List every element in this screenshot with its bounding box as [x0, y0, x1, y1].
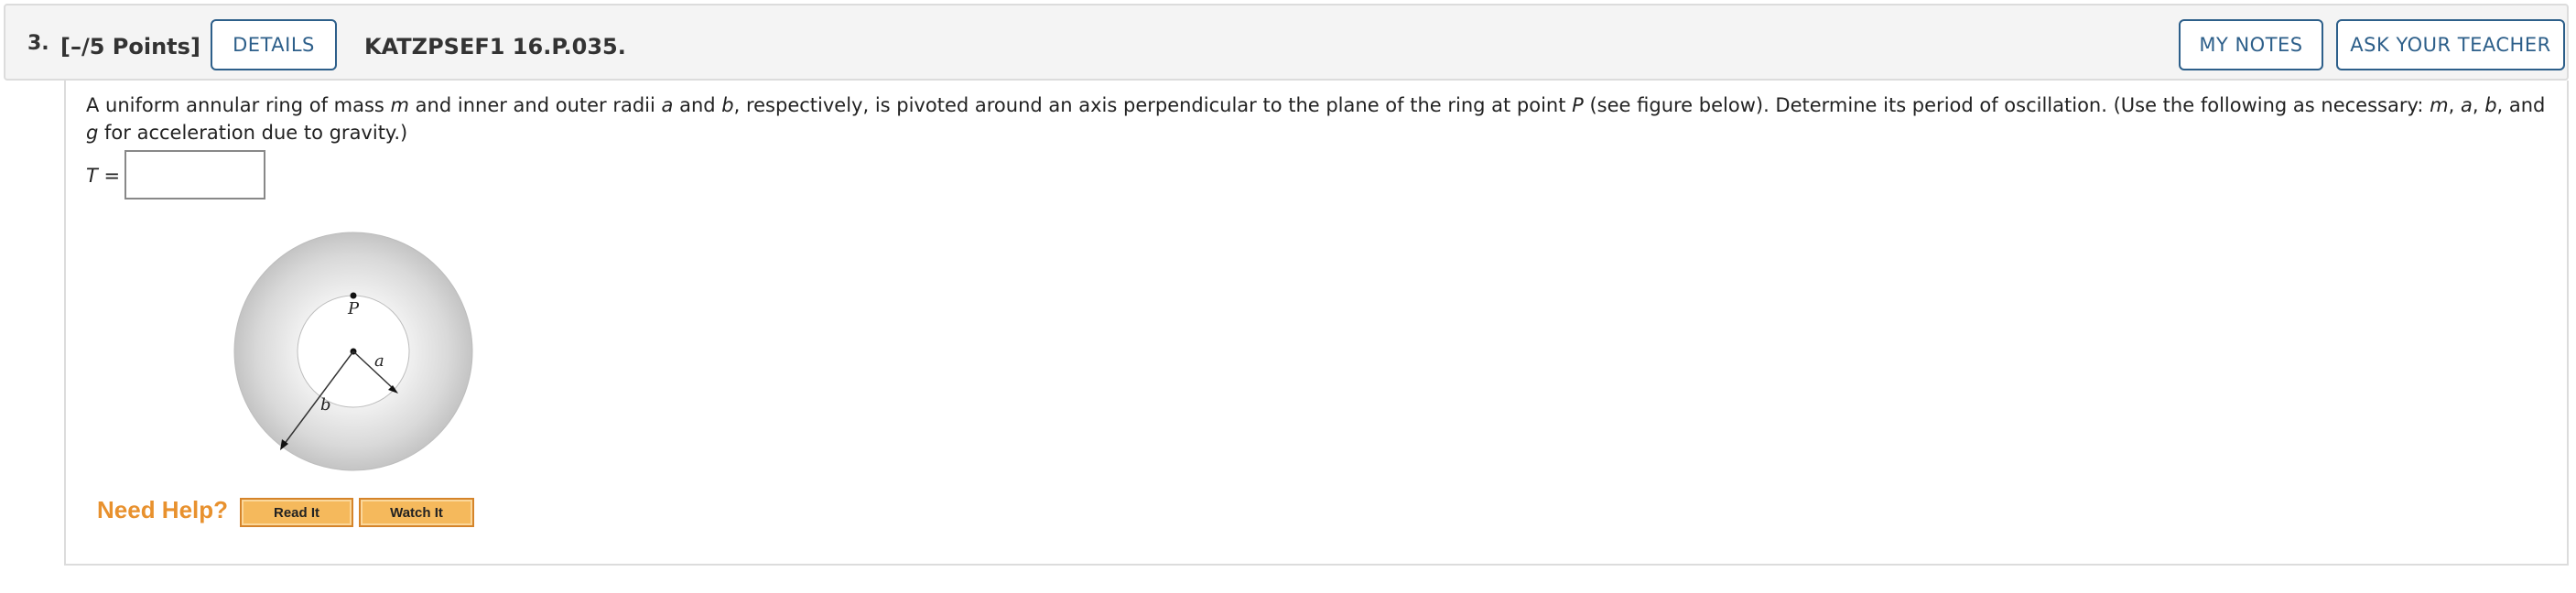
my-notes-button[interactable]: MY NOTES	[2179, 19, 2323, 70]
var-b: b	[721, 94, 734, 116]
pivot-point	[350, 292, 357, 299]
answer-label: T =	[86, 165, 120, 187]
separator: ,	[2448, 94, 2461, 116]
details-button[interactable]: DETAILS	[211, 19, 337, 70]
problem-text: and	[673, 94, 722, 116]
var-m: m	[390, 94, 409, 116]
annular-ring-figure: P a b	[233, 232, 473, 471]
var-a: a	[2460, 94, 2473, 116]
problem-text: , respectively, is pivoted around an axi…	[733, 94, 1573, 116]
var-a: a	[661, 94, 674, 116]
problem-statement: A uniform annular ring of mass m and inn…	[86, 92, 2558, 146]
problem-text: (see figure below). Determine its period…	[1583, 94, 2430, 116]
answer-input[interactable]	[124, 150, 265, 199]
separator: , and	[2496, 94, 2546, 116]
watch-it-button[interactable]: Watch It	[359, 498, 474, 527]
need-help-label: Need Help?	[97, 496, 229, 523]
question-code: KATZPSEF1 16.P.035.	[364, 34, 626, 59]
var-b: b	[2484, 94, 2497, 116]
label-a: a	[374, 351, 384, 371]
question-header: 3. [–/5 Points] DETAILS KATZPSEF1 16.P.0…	[4, 4, 2569, 81]
var-m: m	[2430, 94, 2449, 116]
problem-text: for acceleration due to gravity.)	[98, 122, 408, 144]
read-it-button[interactable]: Read It	[240, 498, 353, 527]
label-b: b	[320, 395, 331, 415]
var-p: P	[1572, 94, 1584, 116]
var-g: g	[86, 122, 99, 144]
question-points: [–/5 Points]	[60, 34, 200, 59]
separator: ,	[2472, 94, 2485, 116]
problem-text: A uniform annular ring of mass	[86, 94, 391, 116]
question-number: 3.	[27, 32, 49, 55]
answer-var: T	[86, 165, 98, 187]
problem-text: and inner and outer radii	[409, 94, 662, 116]
ask-your-teacher-button[interactable]: ASK YOUR TEACHER	[2336, 19, 2565, 70]
answer-equals: =	[97, 165, 121, 187]
label-p: P	[347, 299, 360, 318]
